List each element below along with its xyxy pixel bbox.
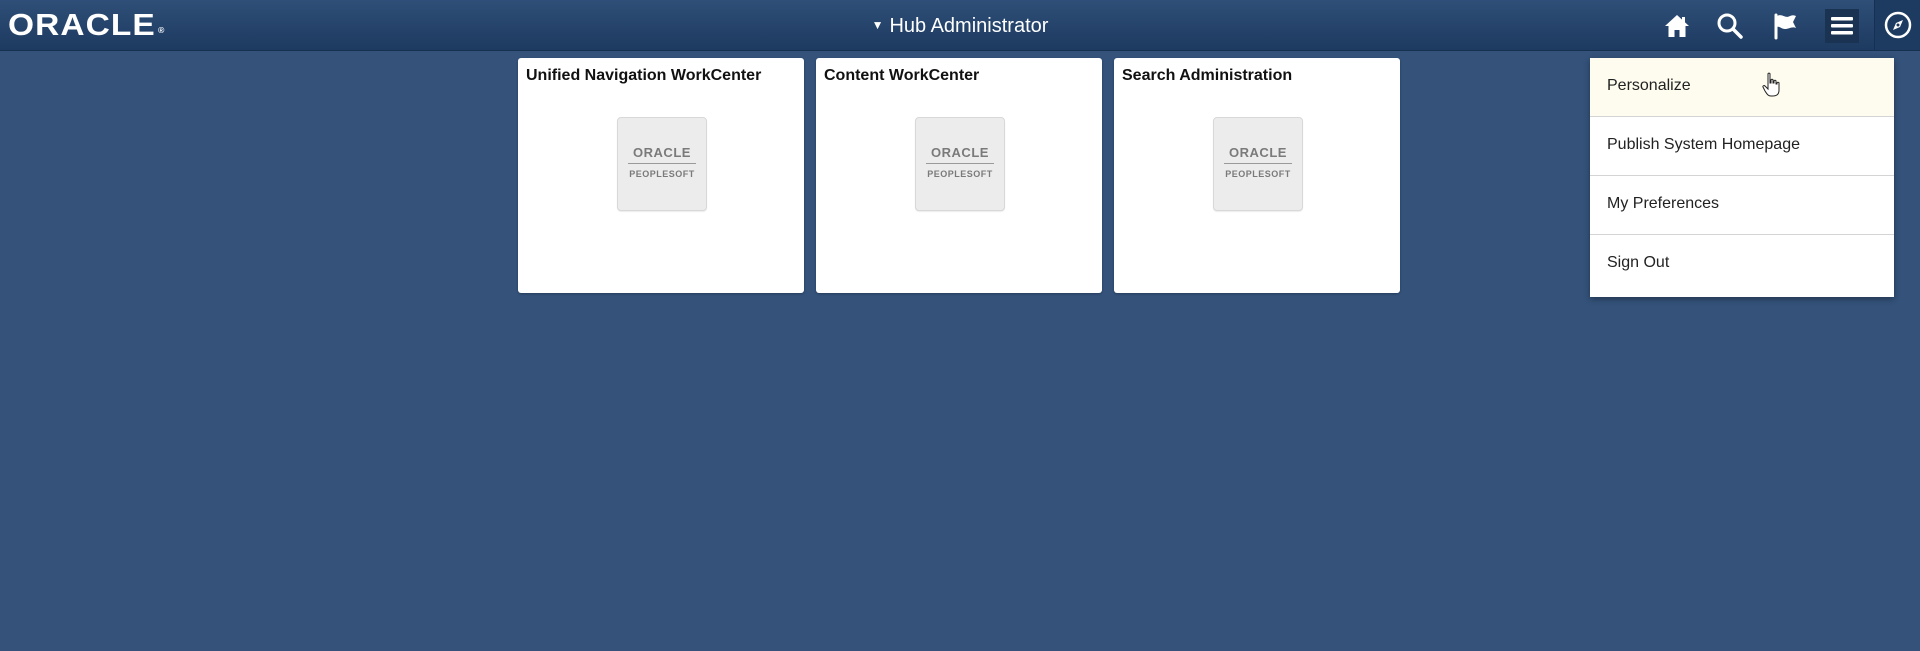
page-title[interactable]: ▼ Hub Administrator — [0, 12, 1920, 39]
menu-item-publish-system-homepage[interactable]: Publish System Homepage — [1590, 117, 1894, 176]
menu-item-personalize[interactable]: Personalize — [1590, 58, 1894, 117]
search-button[interactable] — [1713, 9, 1747, 43]
search-icon — [1717, 13, 1743, 39]
tile-title: Content WorkCenter — [824, 67, 980, 84]
home-icon — [1665, 15, 1689, 37]
page-title-text: Hub Administrator — [889, 15, 1049, 37]
navbar-button[interactable] — [1874, 0, 1920, 50]
tile-title: Search Administration — [1122, 67, 1293, 84]
menu-item-my-preferences[interactable]: My Preferences — [1590, 176, 1894, 235]
actions-menu-button[interactable] — [1825, 9, 1859, 43]
oracle-peoplesoft-logo-icon: ORACLE PEOPLESOFT — [915, 117, 1005, 211]
oracle-peoplesoft-logo-icon: ORACLE PEOPLESOFT — [1213, 117, 1303, 211]
hand-cursor-icon — [1762, 72, 1780, 97]
flag-icon — [1774, 13, 1796, 40]
caret-down-icon: ▼ — [871, 18, 884, 32]
tile-title: Unified Navigation WorkCenter — [526, 67, 762, 84]
notifications-button[interactable] — [1768, 9, 1802, 43]
compass-icon — [1884, 11, 1912, 39]
menu-icon — [1831, 17, 1853, 35]
oracle-peoplesoft-logo-icon: ORACLE PEOPLESOFT — [617, 117, 707, 211]
actions-menu: Personalize Publish System Homepage My P… — [1590, 58, 1894, 297]
tile-content-workcenter[interactable]: Content WorkCenter ORACLE PEOPLESOFT — [816, 58, 1102, 293]
tile-search-administration[interactable]: Search Administration ORACLE PEOPLESOFT — [1114, 58, 1400, 293]
tile-unified-navigation-workcenter[interactable]: Unified Navigation WorkCenter ORACLE PEO… — [518, 58, 804, 293]
home-button[interactable] — [1660, 9, 1694, 43]
top-banner: ORACLE ® ▼ Hub Administrator — [0, 0, 1920, 51]
menu-item-sign-out[interactable]: Sign Out — [1590, 235, 1894, 293]
